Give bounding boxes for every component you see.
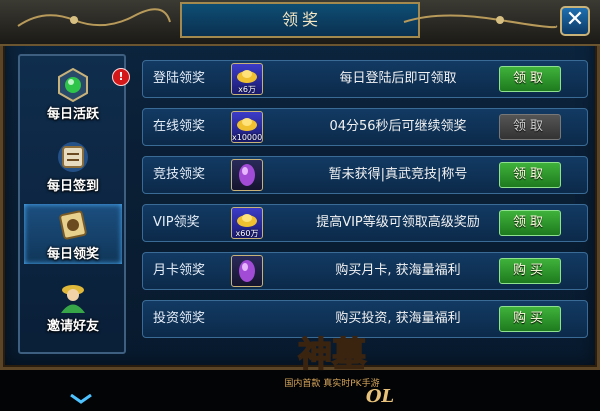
- reward-slot[interactable]: [231, 255, 263, 287]
- claim-button[interactable]: 领取: [499, 114, 561, 140]
- row-title: 竞技领奖: [153, 167, 206, 182]
- sidebar-item-daily-reward[interactable]: 每日领奖: [24, 204, 122, 264]
- sidebar-item-label: 每日领奖: [46, 247, 99, 262]
- title-plate: 领奖: [180, 2, 420, 38]
- row-title: 投资领奖: [153, 311, 206, 326]
- reward-slot[interactable]: [231, 159, 263, 191]
- reward-slot[interactable]: x10000: [231, 111, 263, 143]
- sidebar-item-daily-sign[interactable]: 每日签到: [24, 136, 122, 196]
- row-title: 在线领奖: [153, 119, 206, 134]
- game-logo: 神墓 国内首款 真实时PK手游 OL: [284, 334, 394, 406]
- claim-button[interactable]: 领取: [499, 210, 561, 236]
- gold-ingot-icon: [237, 70, 257, 83]
- sidebar: 每日活跃 ! 每日签到 每日领奖 邀请好友: [18, 54, 130, 404]
- green-orb-icon: [58, 68, 88, 102]
- row-title: VIP领奖: [153, 215, 200, 230]
- sidebar-item-label: 每日签到: [46, 179, 99, 194]
- reward-row-monthly-card: 月卡领奖 购买月卡, 获海量福利 购买: [142, 252, 588, 290]
- purple-gem-icon: [239, 260, 255, 282]
- row-title: 登陆领奖: [153, 71, 206, 86]
- row-description: 购买月卡, 获海量福利: [335, 263, 461, 278]
- right-ornament-icon: [403, 14, 558, 29]
- row-description: 提高VIP等级可领取高级奖励: [316, 215, 480, 230]
- logo-suffix: OL: [366, 386, 394, 406]
- reward-row-arena: 竞技领奖 暂未获得|真武竞技|称号 领取: [142, 156, 588, 194]
- sign-scroll-icon: [58, 142, 88, 172]
- close-icon: ✕: [565, 7, 585, 32]
- buy-button[interactable]: 购买: [499, 258, 561, 284]
- reward-slot[interactable]: x60万: [231, 207, 263, 239]
- sidebar-item-invite-friends[interactable]: 邀请好友: [24, 276, 122, 336]
- row-description: 每日登陆后即可领取: [339, 71, 457, 86]
- reward-quantity: x10000: [232, 133, 263, 142]
- title-bar: 领奖 ✕: [0, 0, 600, 46]
- purple-gem-icon: [239, 164, 255, 186]
- claim-button[interactable]: 领取: [499, 66, 561, 92]
- window-title: 领奖: [281, 10, 322, 29]
- chevron-down-icon[interactable]: [69, 394, 93, 404]
- reward-row-login: 登陆领奖 x6万 每日登陆后即可领取 领取: [142, 60, 588, 98]
- reward-token-icon: [59, 210, 87, 240]
- sidebar-item-daily-activity[interactable]: 每日活跃: [24, 64, 122, 124]
- row-description: 04分56秒后可继续领奖: [329, 119, 467, 134]
- reward-row-online: 在线领奖 x10000 04分56秒后可继续领奖 领取: [142, 108, 588, 146]
- close-button[interactable]: ✕: [560, 6, 590, 36]
- buy-button[interactable]: 购买: [499, 306, 561, 332]
- reward-quantity: x60万: [235, 229, 259, 238]
- row-title: 月卡领奖: [153, 263, 206, 278]
- reward-slot[interactable]: x6万: [231, 63, 263, 95]
- alert-badge: !: [112, 68, 130, 86]
- row-description: 暂未获得|真武竞技|称号: [328, 167, 468, 182]
- friend-figure-icon: [61, 285, 85, 313]
- left-ornament-icon: [17, 8, 171, 27]
- reward-quantity: x6万: [238, 85, 256, 94]
- logo-main-text: 神墓: [298, 335, 367, 375]
- claim-button[interactable]: 领取: [499, 162, 561, 188]
- sidebar-item-label: 邀请好友: [46, 319, 99, 334]
- reward-row-vip: VIP领奖 x60万 提高VIP等级可领取高级奖励 领取: [142, 204, 588, 242]
- sidebar-item-label: 每日活跃: [46, 107, 99, 122]
- gold-ingot-icon: [237, 118, 257, 131]
- gold-ingot-icon: [237, 214, 257, 227]
